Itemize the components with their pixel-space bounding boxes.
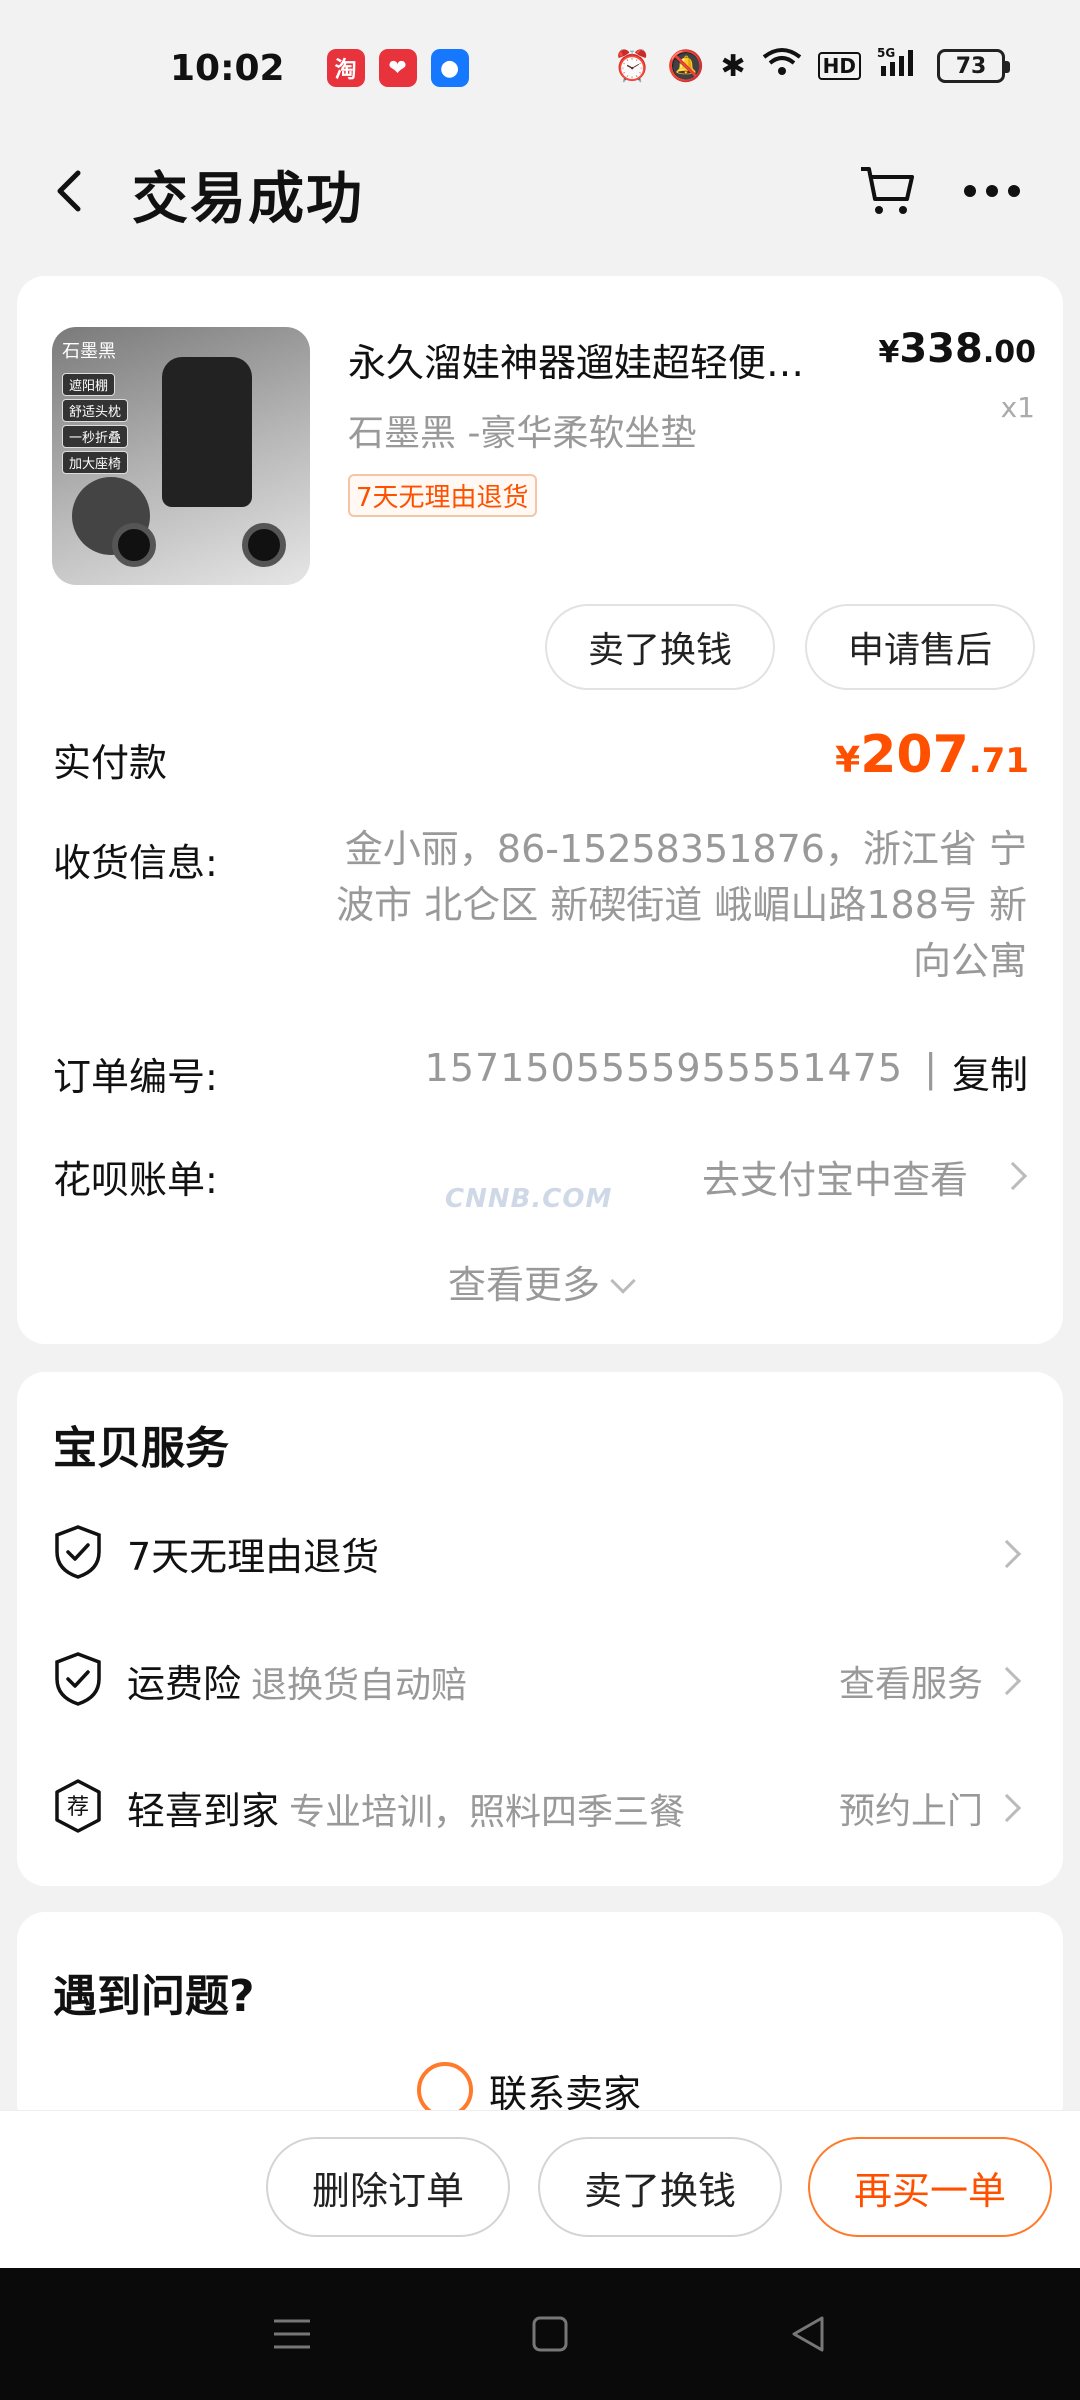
status-icons: ⏰ 🔕 ✱ HD 5G 73 bbox=[613, 46, 1010, 86]
status-time: 10:02 bbox=[170, 47, 285, 89]
bottom-action-bar: 删除订单 卖了换钱 再买一单 bbox=[0, 2110, 1080, 2268]
recommend-badge-icon: 荐 bbox=[55, 1779, 101, 1833]
service-desc: 退换货自动赔 bbox=[251, 1665, 468, 1706]
delete-order-button[interactable]: 删除订单 bbox=[266, 2137, 510, 2237]
wifi-icon bbox=[762, 47, 802, 85]
product-quantity: x1 bbox=[1000, 391, 1035, 424]
product-feature: 舒适头枕 bbox=[62, 399, 129, 422]
shipping-label: 收货信息: bbox=[53, 841, 218, 885]
service-name: 7天无理由退货 bbox=[127, 1535, 380, 1579]
stroller-wheel-shape bbox=[242, 523, 286, 567]
problem-title: 遇到问题? bbox=[53, 1971, 255, 2022]
more-options-button[interactable] bbox=[952, 156, 1032, 226]
shield-check-icon bbox=[55, 1652, 101, 1706]
product-feature: 遮阳棚 bbox=[62, 373, 116, 396]
paid-label: 实付款 bbox=[53, 741, 168, 785]
copy-button[interactable]: 复制 bbox=[952, 1044, 1028, 1099]
service-title: 宝贝服务 bbox=[53, 1423, 229, 1474]
shield-check-icon bbox=[55, 1525, 101, 1579]
stroller-seat-shape bbox=[162, 357, 252, 507]
chevron-right-icon bbox=[992, 1793, 1022, 1823]
huabei-link[interactable]: 去支付宝中查看 bbox=[702, 1149, 968, 1204]
watermark: CNNB.COM bbox=[445, 1184, 613, 1214]
problem-card: 遇到问题? 联系卖家 bbox=[17, 1912, 1063, 2132]
product-price: ¥338.00 bbox=[878, 326, 1036, 372]
service-row-return[interactable]: 7天无理由退货 bbox=[17, 1508, 1063, 1598]
chevron-right-icon bbox=[992, 1666, 1022, 1696]
signal-icon: 5G bbox=[877, 46, 921, 86]
service-link[interactable]: 查看服务 bbox=[839, 1655, 983, 1707]
hd-icon: HD bbox=[817, 52, 861, 80]
status-bar: 10:02 淘 ❤ ● ⏰ 🔕 ✱ HD 5G 73 bbox=[0, 0, 1080, 136]
page-title: 交易成功 bbox=[132, 167, 364, 232]
service-link[interactable]: 预约上门 bbox=[839, 1782, 983, 1834]
battery-icon: 73 bbox=[937, 49, 1010, 83]
chevron-left-icon bbox=[57, 170, 81, 212]
more-dot-icon bbox=[1008, 185, 1020, 197]
huabei-label: 花呗账单: bbox=[53, 1158, 218, 1202]
buy-again-button[interactable]: 再买一单 bbox=[808, 2137, 1052, 2237]
order-card: 石墨黑 遮阳棚 舒适头枕 一秒折叠 加大座椅 永久溜娃神器遛娃超轻便… ¥338… bbox=[17, 276, 1063, 1344]
order-number: 1571505555955551475 bbox=[424, 1046, 903, 1090]
taobao-app-icon: 淘 bbox=[326, 49, 365, 87]
product-title[interactable]: 永久溜娃神器遛娃超轻便… bbox=[348, 332, 848, 387]
service-row-shipping-insurance[interactable]: 运费险 退换货自动赔 查看服务 bbox=[17, 1635, 1063, 1725]
back-nav-button[interactable] bbox=[778, 2304, 838, 2364]
product-feature: 一秒折叠 bbox=[62, 425, 129, 448]
product-image-label: 石墨黑 bbox=[62, 341, 116, 362]
service-row-home[interactable]: 荐 轻喜到家 专业培训，照料四季三餐 预约上门 bbox=[17, 1762, 1063, 1852]
more-dot-icon bbox=[986, 185, 998, 197]
product-feature: 加大座椅 bbox=[62, 451, 129, 474]
alarm-icon: ⏰ bbox=[613, 48, 652, 84]
product-image[interactable]: 石墨黑 遮阳棚 舒适头枕 一秒折叠 加大座椅 bbox=[52, 327, 310, 585]
service-name: 运费险 退换货自动赔 bbox=[127, 1662, 468, 1706]
paid-amount: ¥207.71 bbox=[835, 725, 1029, 785]
chevron-right-icon bbox=[998, 1161, 1028, 1191]
return-policy-tag: 7天无理由退货 bbox=[348, 474, 537, 517]
bluetooth-icon: ✱ bbox=[720, 48, 746, 84]
service-name: 轻喜到家 专业培训，照料四季三餐 bbox=[127, 1789, 686, 1833]
more-dot-icon bbox=[964, 185, 976, 197]
cart-icon bbox=[861, 167, 914, 214]
view-more-link[interactable]: 查看更多 bbox=[17, 1254, 1063, 1309]
system-nav-bar bbox=[0, 2268, 1080, 2400]
sell-button[interactable]: 卖了换钱 bbox=[545, 604, 775, 690]
back-triangle-icon bbox=[792, 2316, 824, 2352]
robot-app-icon: ● bbox=[430, 49, 469, 87]
header: 交易成功 bbox=[0, 136, 1080, 246]
service-card: 宝贝服务 7天无理由退货 运费险 退换货自动赔 查看服务 荐 轻喜到家 专业培训，照… bbox=[17, 1372, 1063, 1886]
battery-level: 73 bbox=[955, 53, 987, 79]
stroller-wheel-shape bbox=[112, 523, 156, 567]
menu-nav-button[interactable] bbox=[262, 2304, 322, 2364]
shipping-address: 金小丽，86-15258351876，浙江省 宁波市 北仑区 新碶街道 峨嵋山路… bbox=[336, 827, 1027, 983]
chevron-down-icon bbox=[610, 1268, 636, 1294]
home-square-icon bbox=[532, 2316, 568, 2352]
cart-button[interactable] bbox=[852, 156, 922, 226]
network-type-label: 5G bbox=[877, 46, 895, 60]
copy-separator: | bbox=[924, 1046, 937, 1090]
service-desc: 专业培训，照料四季三餐 bbox=[289, 1792, 686, 1833]
order-number-label: 订单编号: bbox=[53, 1055, 218, 1099]
menu-icon bbox=[274, 2319, 310, 2349]
after-sale-button[interactable]: 申请售后 bbox=[805, 604, 1035, 690]
chevron-right-icon bbox=[992, 1539, 1022, 1569]
product-spec: 石墨黑 -豪华柔软坐垫 bbox=[348, 413, 697, 454]
mute-icon: 🔕 bbox=[667, 48, 705, 84]
back-button[interactable] bbox=[40, 161, 100, 221]
sell-for-cash-button[interactable]: 卖了换钱 bbox=[538, 2137, 782, 2237]
recommend-badge-text: 荐 bbox=[67, 1795, 89, 1820]
home-nav-button[interactable] bbox=[520, 2304, 580, 2364]
heart-app-icon: ❤ bbox=[378, 49, 417, 87]
